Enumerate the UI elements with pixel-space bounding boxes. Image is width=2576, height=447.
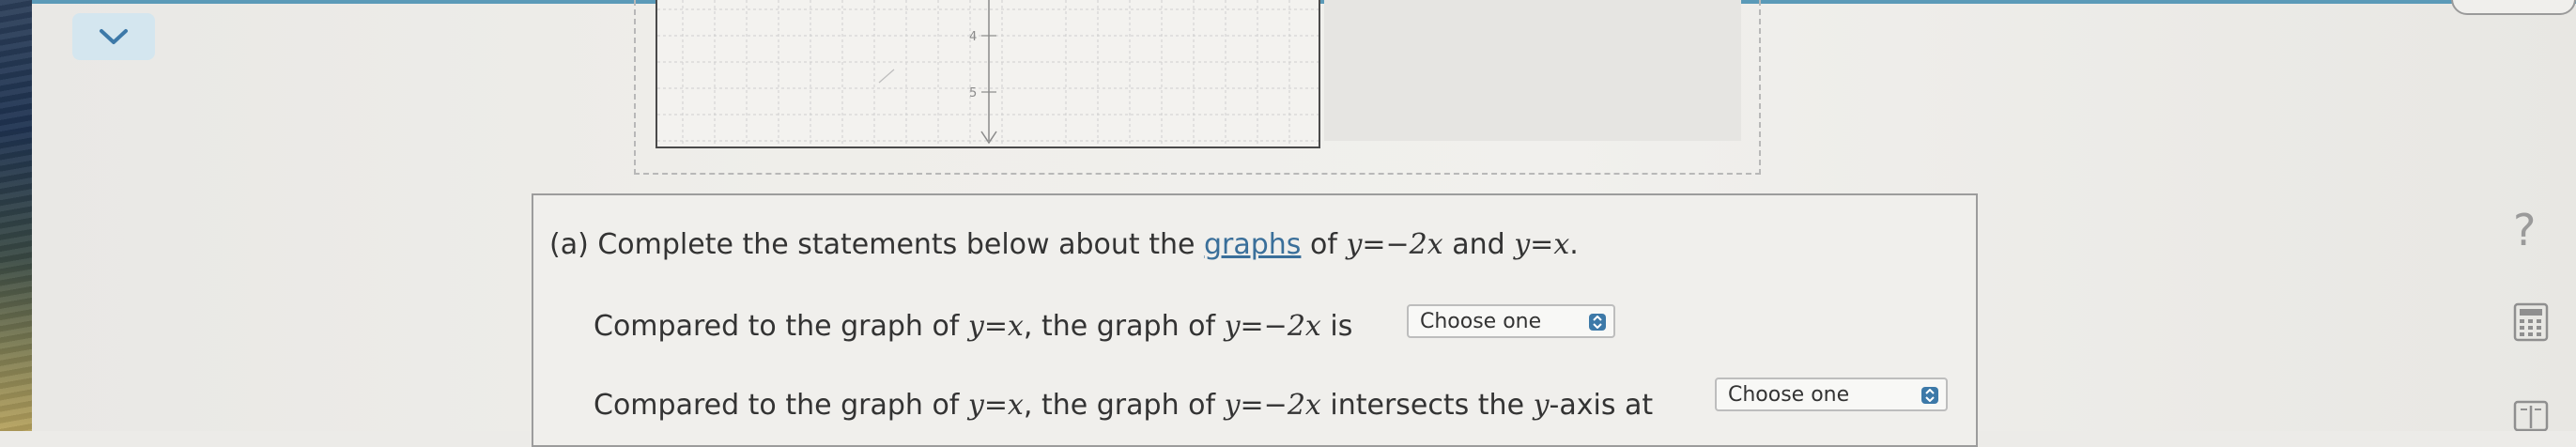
graph-canvas[interactable]: 4 5 [656,0,1320,148]
prompt-of: of [1309,228,1337,261]
chevron-down-icon [100,29,128,44]
statement-2-suffix: -axis at [1549,389,1654,422]
book-icon[interactable] [2513,396,2549,432]
select-caret-icon [1921,387,1938,404]
tick-label-5: 5 [969,86,977,100]
statement-2-eq-a: y=x [967,389,1024,422]
statement-2-axis-var: y [1533,389,1550,422]
equation-2: y=x [1514,228,1570,261]
statement-1: Compared to the graph of y=x, the graph … [594,310,1352,343]
statement-2-eq-b: y=−2x [1224,389,1321,422]
statement-1-eq-b: y=−2x [1224,310,1321,343]
statement-1-eq-a: y=x [967,310,1024,343]
graph-side-panel [1324,0,1741,141]
graphs-link[interactable]: graphs [1204,228,1301,261]
tick-label-4: 4 [969,30,977,44]
statement-1-select-value: Choose one [1420,309,1542,333]
prompt-period: . [1569,228,1579,261]
statement-1-select[interactable]: Choose one [1407,304,1615,338]
prompt-text: Complete the statements below about the [597,228,1195,261]
equation-1: y=−2x [1346,228,1443,261]
graph-grid: 4 5 [657,0,1319,146]
statement-1-prefix: Compared to the graph of [594,310,960,343]
statement-2-select[interactable]: Choose one [1715,378,1948,411]
calculator-icon[interactable] [2513,302,2549,342]
prompt-and: and [1452,228,1505,261]
statement-1-suffix: is [1330,310,1353,343]
statement-2-prefix: Compared to the graph of [594,389,960,422]
help-icon[interactable]: ? [2513,205,2536,255]
statement-1-mid: , the graph of [1023,310,1216,343]
part-label: (a) [549,228,589,261]
select-caret-icon [1589,314,1606,331]
top-right-pill[interactable] [2451,0,2576,15]
collapse-button[interactable] [72,13,155,60]
statement-2: Compared to the graph of y=x, the graph … [594,389,1653,422]
statement-2-select-value: Choose one [1728,382,1850,407]
background-photo-edge [0,0,32,431]
faint-line-mark [878,69,895,84]
question-prompt: (a) Complete the statements below about … [549,228,1579,261]
statement-2-text: intersects the [1330,389,1525,422]
statement-2-mid: , the graph of [1023,389,1216,422]
